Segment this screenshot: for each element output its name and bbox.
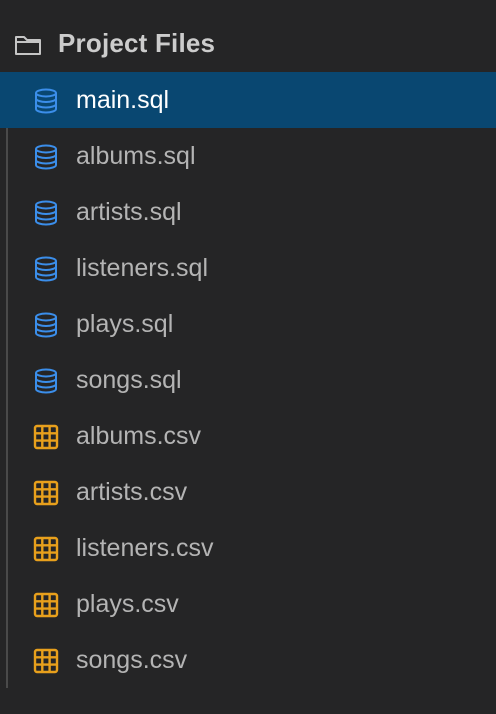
database-icon [33, 88, 59, 114]
database-icon [33, 368, 59, 394]
file-explorer-panel: Project Files main.sql albums.sql artist… [0, 0, 496, 714]
table-icon [33, 536, 59, 562]
database-icon [33, 256, 59, 282]
table-icon [33, 424, 59, 450]
file-item-main-sql[interactable]: main.sql [0, 72, 496, 128]
file-tree: main.sql albums.sql artists.sql listener… [0, 72, 496, 688]
file-item-listeners-sql[interactable]: listeners.sql [0, 240, 496, 296]
file-item-songs-sql[interactable]: songs.sql [0, 352, 496, 408]
folder-title: Project Files [58, 28, 216, 58]
file-name: plays.csv [76, 590, 179, 618]
table-icon [33, 480, 59, 506]
folder-header[interactable]: Project Files [0, 18, 496, 70]
database-icon [33, 312, 59, 338]
file-item-plays-sql[interactable]: plays.sql [0, 296, 496, 352]
folder-icon [15, 36, 41, 55]
file-name: songs.sql [76, 366, 182, 394]
file-name: songs.csv [76, 646, 188, 674]
database-icon [33, 200, 59, 226]
file-name: albums.csv [76, 422, 202, 450]
file-name: listeners.csv [76, 534, 214, 562]
database-icon [33, 144, 59, 170]
file-name: main.sql [76, 86, 170, 114]
file-item-albums-sql[interactable]: albums.sql [0, 128, 496, 184]
table-icon [33, 648, 59, 674]
table-icon [33, 592, 59, 618]
file-item-plays-csv[interactable]: plays.csv [0, 576, 496, 632]
file-item-albums-csv[interactable]: albums.csv [0, 408, 496, 464]
file-name: albums.sql [76, 142, 196, 170]
file-name: listeners.sql [76, 254, 208, 282]
file-item-listeners-csv[interactable]: listeners.csv [0, 520, 496, 576]
file-item-artists-sql[interactable]: artists.sql [0, 184, 496, 240]
file-item-songs-csv[interactable]: songs.csv [0, 632, 496, 688]
file-name: artists.sql [76, 198, 182, 226]
file-name: artists.csv [76, 478, 188, 506]
file-item-artists-csv[interactable]: artists.csv [0, 464, 496, 520]
file-name: plays.sql [76, 310, 174, 338]
